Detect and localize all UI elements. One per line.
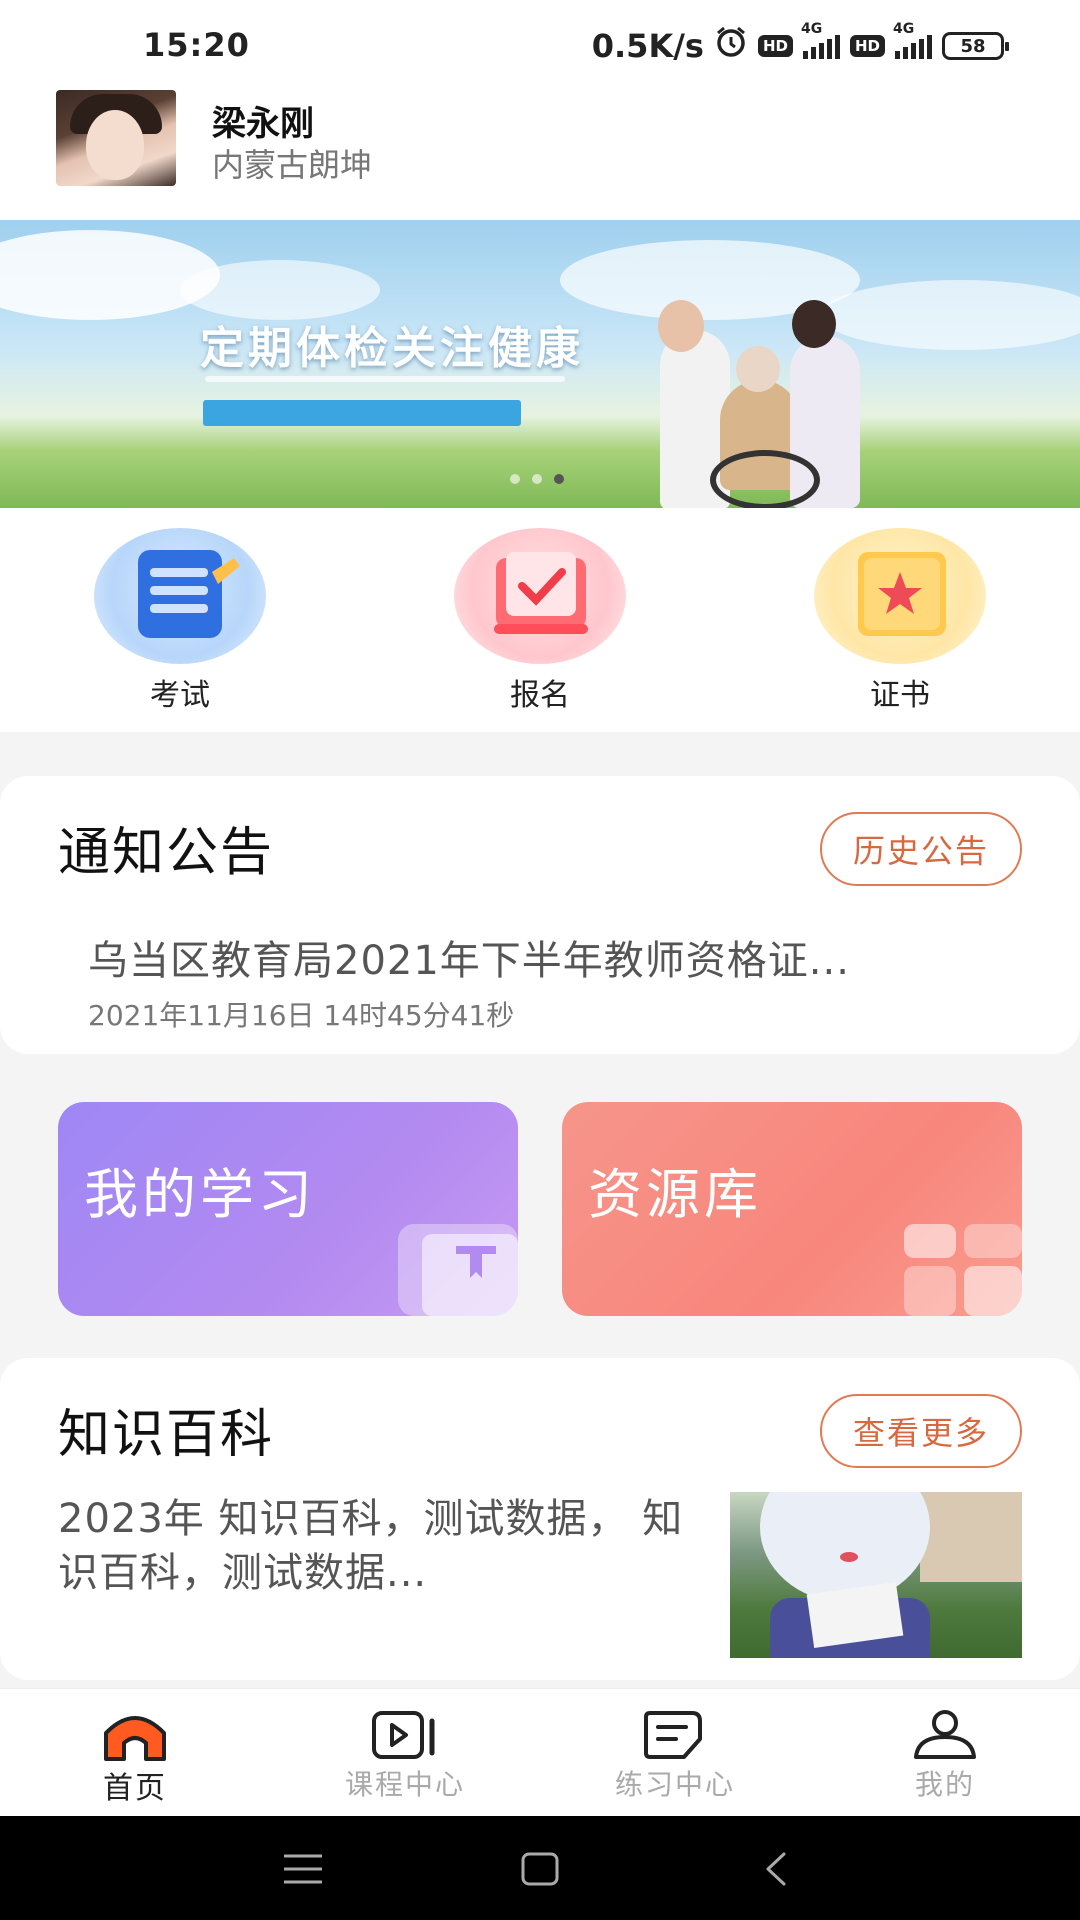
tab-practice-center-label: 练习中心 (614, 1768, 735, 1801)
bookmark-icon (398, 1224, 518, 1316)
resource-library-tile[interactable]: 资源库 (562, 1102, 1022, 1316)
quick-exam-label: 考试 (150, 678, 210, 713)
net-speed: 0.5K/s (591, 27, 704, 65)
user-region: 内蒙古朗坤 (212, 146, 373, 184)
profile-header: 梁永刚 内蒙古朗坤 (0, 90, 1080, 220)
video-icon (320, 1703, 490, 1761)
status-bar: 15:20 0.5K/s HD 4G HD 4G 58 (0, 0, 1080, 90)
history-notice-button[interactable]: 历史公告 (820, 812, 1022, 886)
signal-icon-2: 4G (893, 21, 932, 59)
grid-icon (904, 1224, 1022, 1316)
tab-course-center-label: 课程中心 (344, 1768, 465, 1801)
view-more-button[interactable]: 查看更多 (820, 1394, 1022, 1468)
tab-mine-label: 我的 (914, 1768, 975, 1801)
signal-icon: 4G (801, 21, 840, 59)
carousel-indicator (510, 474, 564, 484)
tab-home[interactable]: 首页 (50, 1703, 220, 1807)
my-study-tile[interactable]: 我的学习 (58, 1102, 518, 1316)
tab-course-center[interactable]: 课程中心 (320, 1703, 490, 1803)
user-name: 梁永刚 (212, 104, 314, 144)
hd-badge-2: HD (849, 35, 885, 57)
bottom-tab-bar: 首页 课程中心 练习中心 我的 (0, 1688, 1080, 1816)
avatar[interactable] (56, 90, 176, 186)
register-icon (454, 528, 626, 664)
notice-card: 通知公告 历史公告 乌当区教育局2021年下半年教师资格证... 2021年11… (0, 776, 1080, 1054)
status-time: 15:20 (143, 26, 250, 64)
quick-certificate[interactable]: 证书 (810, 528, 990, 714)
exam-icon (94, 528, 266, 664)
wiki-item-text[interactable]: 2023年 知识百科，测试数据， 知识百科，测试数据... (58, 1492, 698, 1600)
banner-people-image (640, 300, 880, 508)
user-icon (860, 1703, 1030, 1761)
quick-certificate-label: 证书 (870, 678, 930, 713)
tab-mine[interactable]: 我的 (860, 1703, 1030, 1803)
system-navigation-bar (0, 1816, 1080, 1920)
wiki-card: 知识百科 查看更多 2023年 知识百科，测试数据， 知识百科，测试数据... (0, 1358, 1080, 1680)
quick-register-label: 报名 (510, 678, 570, 713)
notice-section-title: 通知公告 (58, 810, 274, 885)
alarm-icon (714, 25, 748, 67)
notice-item-date: 2021年11月16日 14时45分41秒 (88, 999, 515, 1032)
banner-title: 定期体检关注健康 (200, 323, 584, 374)
quick-entry-grid: 考试 报名 证书 (0, 508, 1080, 732)
resource-library-label: 资源库 (588, 1163, 762, 1226)
banner-subtitle-bar (205, 376, 565, 382)
battery-icon: 58 (942, 32, 1009, 60)
my-study-label: 我的学习 (84, 1163, 316, 1226)
home-button-icon[interactable] (517, 1846, 563, 1892)
certificate-icon (814, 528, 986, 664)
practice-icon (590, 1703, 760, 1761)
wiki-section-title: 知识百科 (58, 1392, 274, 1467)
quick-exam[interactable]: 考试 (90, 528, 270, 714)
home-icon (50, 1703, 220, 1761)
menu-icon[interactable] (280, 1846, 326, 1892)
banner-carousel[interactable]: 定期体检关注健康 (0, 220, 1080, 508)
hd-badge: HD (757, 35, 793, 57)
notice-item-title[interactable]: 乌当区教育局2021年下半年教师资格证... (88, 928, 850, 986)
tab-practice-center[interactable]: 练习中心 (590, 1703, 760, 1803)
status-indicators: 0.5K/s HD 4G HD 4G 58 (591, 21, 1009, 67)
tab-home-label: 首页 (103, 1771, 167, 1806)
quick-register[interactable]: 报名 (450, 528, 630, 714)
wiki-item-image[interactable] (730, 1492, 1022, 1658)
back-icon[interactable] (754, 1846, 800, 1892)
banner-strip (203, 400, 521, 426)
